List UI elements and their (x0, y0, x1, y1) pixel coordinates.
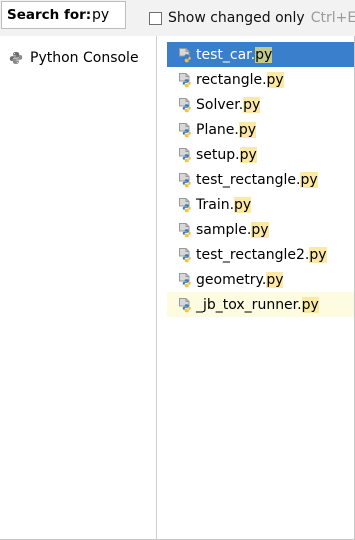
python-file-icon (179, 122, 191, 137)
file-name-match: py (251, 221, 269, 238)
file-name: Train.py (196, 196, 252, 213)
file-item[interactable]: test_rectangle2.py (157, 242, 354, 267)
show-changed-shortcut: Ctrl+E (310, 10, 355, 26)
file-name-match: py (239, 146, 257, 163)
file-name: test_rectangle.py (196, 171, 318, 188)
file-item[interactable]: test_rectangle.py (157, 167, 354, 192)
file-name: setup.py (196, 146, 257, 163)
python-file-icon (179, 172, 191, 187)
python-file-icon (179, 222, 191, 237)
show-changed-checkbox[interactable] (149, 11, 162, 25)
file-name-stem: test_rectangle2. (196, 246, 310, 263)
file-name: Solver.py (196, 96, 261, 113)
file-item[interactable]: Train.py (157, 192, 354, 217)
file-name-match: py (238, 121, 257, 138)
file-item[interactable]: Plane.py (157, 117, 354, 142)
file-name: test_rectangle2.py (196, 246, 327, 263)
python-icon (9, 52, 23, 64)
file-name-stem: Train. (196, 196, 235, 213)
file-name-stem: setup. (196, 146, 240, 163)
search-query[interactable]: py (92, 7, 109, 23)
python-file-icon (179, 147, 191, 162)
file-name-stem: Plane. (196, 121, 239, 138)
switcher-popup: Search for: py Show changed only Ctrl+E … (0, 0, 355, 540)
recent-files-list: test_car.py rectangle.py Solver.py Plane… (157, 42, 354, 317)
file-name-match: py (309, 246, 327, 263)
file-name: Plane.py (196, 121, 257, 138)
search-bar: Search for: py Show changed only Ctrl+E (0, 0, 355, 36)
file-name: sample.py (196, 221, 269, 238)
file-name-stem: rectangle. (196, 71, 267, 88)
file-name-match: py (266, 71, 284, 88)
file-name: _jb_tox_runner.py (196, 296, 319, 313)
file-item[interactable]: rectangle.py (157, 67, 354, 92)
file-name-match: py (300, 171, 318, 188)
python-file-icon (179, 47, 191, 62)
python-file-icon (179, 247, 191, 262)
show-changed-toggle[interactable]: Show changed only Ctrl+E (149, 8, 355, 28)
show-changed-label: Show changed only (168, 10, 305, 26)
file-name-match: py (234, 196, 252, 213)
search-label: Search for: (7, 7, 92, 23)
file-item[interactable]: sample.py (157, 217, 354, 242)
file-name-stem: sample. (196, 221, 252, 238)
file-name: rectangle.py (196, 71, 284, 88)
python-file-icon (179, 197, 191, 212)
file-name-match: py (255, 46, 273, 63)
file-item[interactable]: Solver.py (157, 92, 354, 117)
tool-window-label: Python Console (30, 50, 139, 66)
file-name-stem: test_car. (196, 46, 256, 63)
file-name-match: py (243, 96, 261, 113)
file-name-match: py (266, 271, 284, 288)
python-file-icon (179, 97, 191, 112)
python-file-icon (179, 297, 191, 312)
file-name: test_car.py (196, 46, 273, 63)
file-name-stem: test_rectangle. (196, 171, 301, 188)
file-item[interactable]: test_car.py (167, 42, 354, 67)
tool-window-item-python-console[interactable]: Python Console (9, 48, 139, 68)
file-name: geometry.py (196, 271, 284, 288)
file-item[interactable]: _jb_tox_runner.py (167, 292, 354, 317)
file-item[interactable]: setup.py (157, 142, 354, 167)
file-name-stem: Solver. (196, 96, 244, 113)
file-item[interactable]: geometry.py (157, 267, 354, 292)
python-file-icon (179, 272, 191, 287)
file-name-stem: _jb_tox_runner. (196, 296, 302, 313)
file-name-match: py (301, 296, 319, 313)
tool-windows-panel: Python Console (0, 36, 156, 539)
python-file-icon (179, 72, 191, 87)
file-name-stem: geometry. (196, 271, 267, 288)
search-field[interactable]: Search for: py (1, 1, 126, 29)
